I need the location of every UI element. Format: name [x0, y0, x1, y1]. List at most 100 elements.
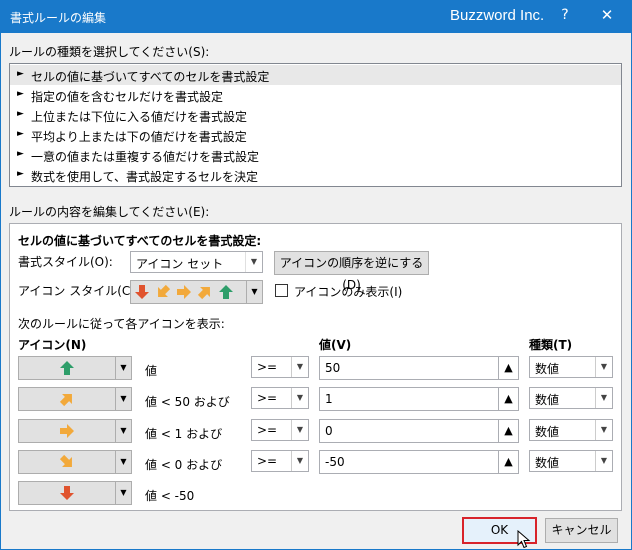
dialog-title: 書式ルールの編集: [10, 11, 107, 25]
icon-style-label: アイコン スタイル(C):: [18, 284, 140, 298]
icon-only-checkbox[interactable]: [275, 284, 288, 297]
rule-type-item[interactable]: ► 平均より上または下の値だけを書式設定: [10, 125, 621, 145]
chevron-down-icon: ▼: [246, 281, 262, 303]
row-type-value: 数値: [535, 456, 560, 470]
rule-heading: セルの値に基づいてすべてのセルを書式設定:: [18, 234, 262, 248]
column-header-type: 種類(T): [529, 338, 573, 352]
chevron-down-icon: ▼: [291, 420, 308, 440]
rule-type-item[interactable]: ► 指定の値を含むセルだけを書式設定: [10, 85, 621, 105]
chevron-down-icon: ▼: [115, 388, 131, 410]
row-icon-select[interactable]: ▼: [18, 387, 132, 411]
row-icon-select[interactable]: ▼: [18, 419, 132, 443]
rule-type-item[interactable]: ► 上位または下位に入る値だけを書式設定: [10, 105, 621, 125]
rule-bullet-icon: ►: [17, 129, 24, 139]
cancel-button[interactable]: キャンセル: [545, 518, 618, 543]
row-icon-select[interactable]: ▼: [18, 481, 132, 505]
row-operator-value: >=: [257, 423, 278, 437]
edit-rule-label: ルールの内容を編集してください(E):: [9, 205, 210, 219]
rule-type-item-label: 一意の値または重複する値だけを書式設定: [31, 150, 260, 164]
row-type-value: 数値: [535, 362, 560, 376]
rules-caption: 次のルールに従って各アイコンを表示:: [18, 317, 225, 331]
arrow-up-green-icon: [60, 361, 74, 375]
row-type-select[interactable]: 数値 ▼: [529, 450, 613, 472]
format-style-value: アイコン セット: [136, 257, 224, 271]
chevron-down-icon: ▼: [115, 482, 131, 504]
rule-type-item-label: セルの値に基づいてすべてのセルを書式設定: [31, 70, 270, 84]
cell-reference-icon[interactable]: ▲: [498, 388, 518, 410]
chevron-down-icon: ▼: [115, 357, 131, 379]
rule-type-item-label: 上位または下位に入る値だけを書式設定: [31, 110, 248, 124]
row-type-value: 数値: [535, 393, 560, 407]
row-value-text: 50: [325, 361, 341, 375]
format-style-label: 書式スタイル(O):: [18, 255, 113, 269]
row-operator-select[interactable]: >= ▼: [251, 450, 309, 472]
row-condition: 値 < -50: [145, 489, 195, 503]
title-bar: 書式ルールの編集 Buzzword Inc. ? ✕: [1, 1, 631, 33]
row-icon-select[interactable]: ▼: [18, 356, 132, 380]
rule-bullet-icon: ►: [17, 69, 24, 79]
cell-reference-icon[interactable]: ▲: [498, 451, 518, 473]
icon-set-preview-icon: [135, 284, 233, 300]
chevron-down-icon: ▼: [115, 420, 131, 442]
chevron-down-icon: ▼: [595, 388, 612, 408]
chevron-down-icon: ▼: [291, 357, 308, 377]
icon-only-label: アイコンのみ表示(I): [294, 285, 403, 299]
cell-reference-icon[interactable]: ▲: [498, 420, 518, 442]
row-type-select[interactable]: 数値 ▼: [529, 419, 613, 441]
format-style-select[interactable]: アイコン セット ▼: [130, 251, 263, 273]
mouse-cursor-icon: [517, 530, 531, 549]
rule-bullet-icon: ►: [17, 169, 24, 179]
rule-type-item[interactable]: ► セルの値に基づいてすべてのセルを書式設定: [10, 65, 621, 85]
row-operator-value: >=: [257, 391, 278, 405]
row-condition: 値: [145, 364, 158, 378]
arrow-upright-yellow-icon: [59, 394, 72, 407]
rule-type-item[interactable]: ► 一意の値または重複する値だけを書式設定: [10, 145, 621, 165]
chevron-down-icon: ▼: [115, 451, 131, 473]
rule-bullet-icon: ►: [17, 109, 24, 119]
chevron-down-icon: ▼: [245, 252, 262, 272]
row-operator-select[interactable]: >= ▼: [251, 356, 309, 378]
row-operator-select[interactable]: >= ▼: [251, 387, 309, 409]
arrow-right-yellow-icon: [60, 424, 74, 438]
arrow-down-red-icon: [60, 486, 74, 500]
row-type-select[interactable]: 数値 ▼: [529, 356, 613, 378]
rule-type-item[interactable]: ► 数式を使用して、書式設定するセルを決定: [10, 165, 621, 185]
row-condition: 値 < 50 および: [145, 395, 230, 409]
rule-bullet-icon: ►: [17, 89, 24, 99]
row-type-value: 数値: [535, 425, 560, 439]
help-button[interactable]: ?: [557, 7, 573, 23]
rule-type-label: ルールの種類を選択してください(S):: [9, 45, 210, 59]
row-condition: 値 < 1 および: [145, 427, 223, 441]
rule-type-item-label: 平均より上または下の値だけを書式設定: [31, 130, 247, 144]
row-condition: 値 < 0 および: [145, 458, 223, 472]
rule-type-item-label: 指定の値を含むセルだけを書式設定: [31, 90, 224, 104]
row-value-input[interactable]: 1 ▲: [319, 387, 519, 411]
cell-reference-icon[interactable]: ▲: [498, 357, 518, 379]
icon-style-select[interactable]: ▼: [130, 280, 263, 304]
reverse-icon-order-button[interactable]: アイコンの順序を逆にする(D): [274, 251, 429, 292]
chevron-down-icon: ▼: [291, 388, 308, 408]
column-header-icon: アイコン(N): [18, 338, 87, 352]
rule-type-item-label: 数式を使用して、書式設定するセルを決定: [31, 170, 259, 184]
arrow-downright-yellow-icon: [59, 454, 72, 467]
brand-watermark: Buzzword Inc.: [450, 7, 545, 24]
row-value-text: 1: [325, 392, 333, 406]
row-value-input[interactable]: -50 ▲: [319, 450, 519, 474]
row-value-text: -50: [325, 455, 345, 469]
close-button[interactable]: ✕: [599, 6, 615, 24]
row-value-text: 0: [325, 424, 333, 438]
rule-type-list: ► セルの値に基づいてすべてのセルを書式設定 ► 指定の値を含むセルだけを書式設…: [9, 63, 622, 187]
row-type-select[interactable]: 数値 ▼: [529, 387, 613, 409]
row-operator-value: >=: [257, 360, 278, 374]
chevron-down-icon: ▼: [595, 357, 612, 377]
chevron-down-icon: ▼: [291, 451, 308, 471]
row-value-input[interactable]: 0 ▲: [319, 419, 519, 443]
row-operator-select[interactable]: >= ▼: [251, 419, 309, 441]
column-header-value: 値(V): [319, 338, 352, 352]
rule-bullet-icon: ►: [17, 149, 24, 159]
chevron-down-icon: ▼: [595, 451, 612, 471]
row-icon-select[interactable]: ▼: [18, 450, 132, 474]
edit-format-rule-dialog: 書式ルールの編集 Buzzword Inc. ? ✕ ルールの種類を選択してくだ…: [0, 0, 632, 550]
row-value-input[interactable]: 50 ▲: [319, 356, 519, 380]
chevron-down-icon: ▼: [595, 420, 612, 440]
